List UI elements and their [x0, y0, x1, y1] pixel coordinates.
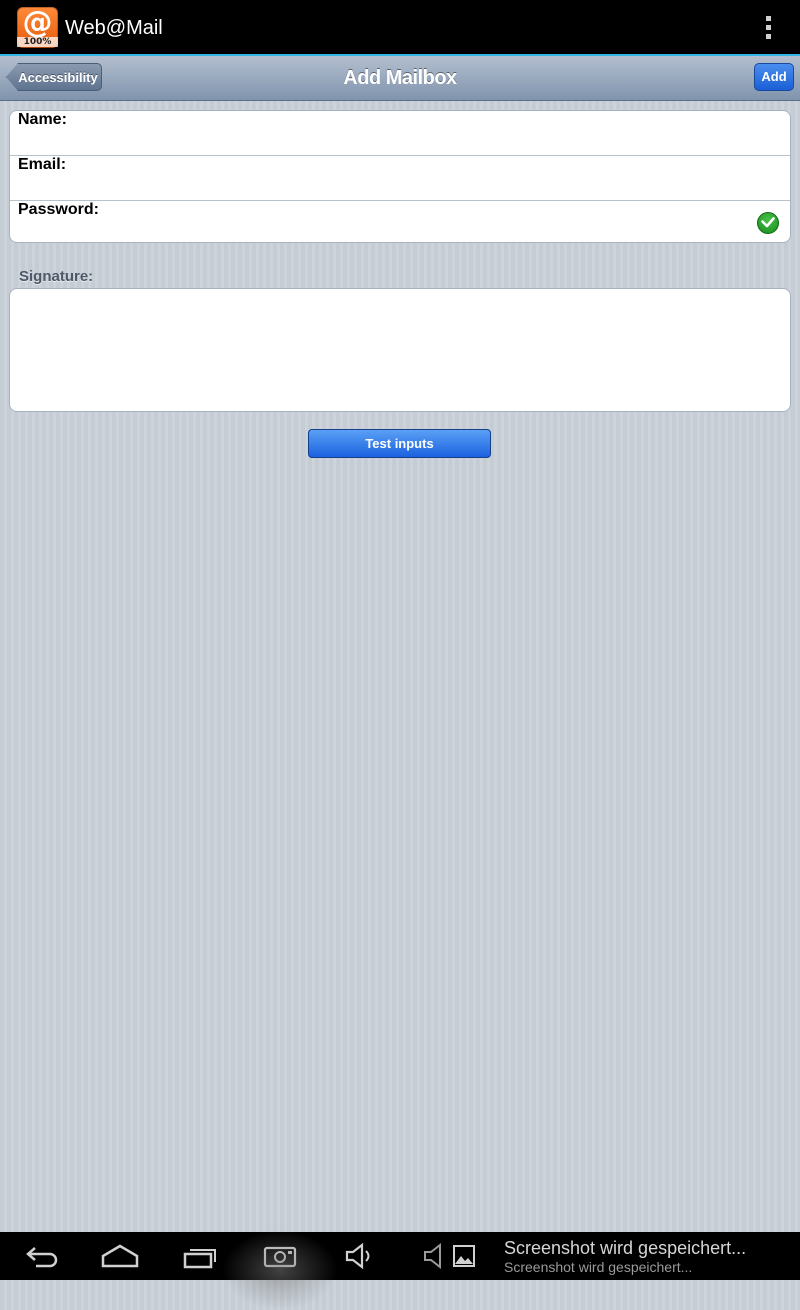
password-label: Password: [18, 201, 99, 218]
app-logo-badge: 100% [17, 37, 58, 47]
notification-title: Screenshot wird gespeichert... [504, 1238, 747, 1258]
back-icon[interactable] [22, 1242, 60, 1270]
password-row: Password: [10, 201, 790, 242]
action-bar: @ 100% Web@Mail [0, 0, 800, 56]
home-icon[interactable] [101, 1242, 139, 1270]
email-label: Email: [18, 156, 67, 173]
name-label: Name: [18, 111, 67, 128]
navigation-bar: Add Mailbox Accessibility Add [0, 56, 800, 101]
green-check-icon [757, 212, 779, 234]
password-input[interactable] [115, 209, 749, 239]
signature-box [9, 288, 791, 412]
overflow-menu-icon[interactable] [758, 14, 778, 42]
volume-up-icon[interactable] [424, 1242, 448, 1270]
page-title: Add Mailbox [343, 67, 457, 89]
signature-label: Signature: [19, 268, 94, 285]
app-logo-glyph: @ [22, 5, 53, 40]
name-row: Name: [10, 111, 790, 156]
name-input[interactable] [85, 119, 779, 149]
add-button[interactable]: Add [754, 63, 794, 91]
account-form: Name: Email: Password: [9, 110, 791, 243]
notification-subtitle: Screenshot wird gespeichert... [504, 1259, 693, 1275]
app-title: Web@Mail [65, 17, 163, 39]
screenshot-press-glow [222, 1230, 338, 1310]
back-button[interactable]: Accessibility [6, 63, 102, 91]
test-inputs-button[interactable]: Test inputs [308, 429, 491, 458]
app-logo-icon[interactable]: @ 100% [17, 5, 58, 48]
volume-down-icon[interactable] [344, 1242, 378, 1270]
email-row: Email: [10, 156, 790, 201]
signature-textarea[interactable] [10, 289, 790, 411]
email-input[interactable] [85, 164, 779, 194]
recent-apps-icon[interactable] [182, 1242, 220, 1270]
gallery-icon [453, 1245, 475, 1267]
